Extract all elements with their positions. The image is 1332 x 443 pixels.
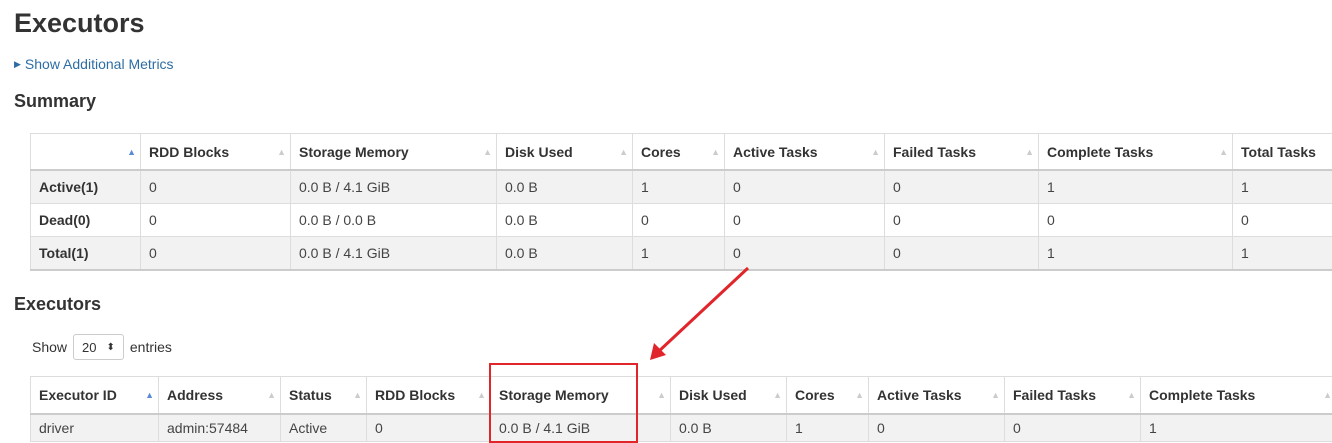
table-cell: 0 [869, 414, 1005, 442]
table-cell: 0 [725, 170, 885, 204]
summary-row-total: Total(1) 0 0.0 B / 4.1 GiB 0.0 B 1 0 0 1… [31, 237, 1332, 271]
executors-header-row: Executor ID▲ Address▲ Status▲ RDD Blocks… [31, 377, 1332, 415]
sort-both-icon: ▲ [871, 147, 880, 157]
executors-header-rdd-blocks[interactable]: RDD Blocks▲ [367, 377, 491, 415]
select-updown-icon: ⬍ [107, 342, 115, 353]
sort-both-icon: ▲ [619, 147, 628, 157]
table-cell: 1 [1141, 414, 1332, 442]
sort-both-icon: ▲ [773, 390, 782, 400]
sort-both-icon: ▲ [855, 390, 864, 400]
show-additional-metrics-label: Show Additional Metrics [25, 56, 174, 72]
executors-section-title: Executors [14, 294, 101, 315]
table-cell: Active [281, 414, 367, 442]
executors-header-storage-memory[interactable]: Storage Memory▲ [491, 377, 671, 415]
table-cell: 0 [141, 170, 291, 204]
table-cell: 0.0 B / 0.0 B [291, 204, 497, 237]
table-cell: Dead(0) [31, 204, 141, 237]
table-cell: 0.0 B / 4.1 GiB [491, 414, 671, 442]
table-cell: 0 [141, 237, 291, 271]
sort-both-icon: ▲ [711, 147, 720, 157]
executors-header-disk-used[interactable]: Disk Used▲ [671, 377, 787, 415]
table-cell: 0 [885, 237, 1039, 271]
table-cell: driver [31, 414, 159, 442]
summary-header-total-tasks[interactable]: Total Tasks [1233, 134, 1332, 171]
executors-header-status[interactable]: Status▲ [281, 377, 367, 415]
table-cell: 0.0 B / 4.1 GiB [291, 237, 497, 271]
table-cell: 0 [1005, 414, 1141, 442]
table-cell: 1 [1039, 237, 1233, 271]
sort-asc-icon: ▲ [127, 147, 136, 157]
executors-header-executor-id[interactable]: Executor ID▲ [31, 377, 159, 415]
summary-header-cores[interactable]: Cores▲ [633, 134, 725, 171]
table-cell: 0 [1233, 204, 1332, 237]
executors-header-failed-tasks[interactable]: Failed Tasks▲ [1005, 377, 1141, 415]
table-cell: 0 [633, 204, 725, 237]
summary-header-storage-memory[interactable]: Storage Memory▲ [291, 134, 497, 171]
table-cell: 0 [725, 237, 885, 271]
table-cell: 0.0 B [671, 414, 787, 442]
sort-both-icon: ▲ [1127, 390, 1136, 400]
summary-title: Summary [14, 91, 96, 112]
sort-asc-icon: ▲ [145, 390, 154, 400]
sort-both-icon: ▲ [1025, 147, 1034, 157]
sort-both-icon: ▲ [353, 390, 362, 400]
summary-header-failed-tasks[interactable]: Failed Tasks▲ [885, 134, 1039, 171]
table-cell: 1 [1039, 170, 1233, 204]
show-label: Show [32, 339, 67, 355]
sort-both-icon: ▲ [991, 390, 1000, 400]
sort-both-icon: ▲ [277, 147, 286, 157]
table-cell: 0 [367, 414, 491, 442]
table-cell: 0 [885, 204, 1039, 237]
table-cell: Total(1) [31, 237, 141, 271]
sort-both-icon: ▲ [267, 390, 276, 400]
table-cell: 1 [633, 237, 725, 271]
annotation-arrow-head [650, 343, 666, 360]
executors-header-cores[interactable]: Cores▲ [787, 377, 869, 415]
summary-header-rdd-blocks[interactable]: RDD Blocks▲ [141, 134, 291, 171]
table-cell: 0 [885, 170, 1039, 204]
table-cell: 0.0 B [497, 170, 633, 204]
table-cell: 1 [1233, 237, 1332, 271]
sort-both-icon: ▲ [477, 390, 486, 400]
table-cell: 0.0 B [497, 237, 633, 271]
summary-header-disk-used[interactable]: Disk Used▲ [497, 134, 633, 171]
summary-row-active: Active(1) 0 0.0 B / 4.1 GiB 0.0 B 1 0 0 … [31, 170, 1332, 204]
sort-both-icon: ▲ [1219, 147, 1228, 157]
summary-header-label[interactable]: ▲ [31, 134, 141, 171]
table-cell: 0 [1039, 204, 1233, 237]
executors-header-active-tasks[interactable]: Active Tasks▲ [869, 377, 1005, 415]
summary-header-row: ▲ RDD Blocks▲ Storage Memory▲ Disk Used▲… [31, 134, 1332, 171]
table-cell: 1 [633, 170, 725, 204]
page-title: Executors [14, 8, 145, 39]
table-cell: admin:57484 [159, 414, 281, 442]
annotation-arrow-line [658, 268, 748, 352]
summary-row-dead: Dead(0) 0 0.0 B / 0.0 B 0.0 B 0 0 0 0 0 [31, 204, 1332, 237]
sort-both-icon: ▲ [1323, 390, 1332, 400]
sort-both-icon: ▲ [483, 147, 492, 157]
summary-header-active-tasks[interactable]: Active Tasks▲ [725, 134, 885, 171]
entries-select-value: 20 [82, 340, 96, 355]
entries-label: entries [130, 339, 172, 355]
table-row: driver admin:57484 Active 0 0.0 B / 4.1 … [31, 414, 1332, 442]
table-cell: Active(1) [31, 170, 141, 204]
executors-header-complete-tasks[interactable]: Complete Tasks▲ [1141, 377, 1332, 415]
executors-header-address[interactable]: Address▲ [159, 377, 281, 415]
entries-select[interactable]: 20 ⬍ [73, 334, 124, 360]
triangle-right-icon: ▶ [14, 59, 21, 70]
table-cell: 0.0 B [497, 204, 633, 237]
entries-length-control: Show 20 ⬍ entries [32, 334, 172, 360]
executors-table: Executor ID▲ Address▲ Status▲ RDD Blocks… [30, 376, 1332, 442]
show-additional-metrics-toggle[interactable]: ▶ Show Additional Metrics [14, 56, 174, 72]
table-cell: 0 [725, 204, 885, 237]
table-cell: 0 [141, 204, 291, 237]
summary-table: ▲ RDD Blocks▲ Storage Memory▲ Disk Used▲… [30, 133, 1332, 271]
table-cell: 1 [787, 414, 869, 442]
table-cell: 1 [1233, 170, 1332, 204]
sort-both-icon: ▲ [657, 390, 666, 400]
summary-header-complete-tasks[interactable]: Complete Tasks▲ [1039, 134, 1233, 171]
table-cell: 0.0 B / 4.1 GiB [291, 170, 497, 204]
